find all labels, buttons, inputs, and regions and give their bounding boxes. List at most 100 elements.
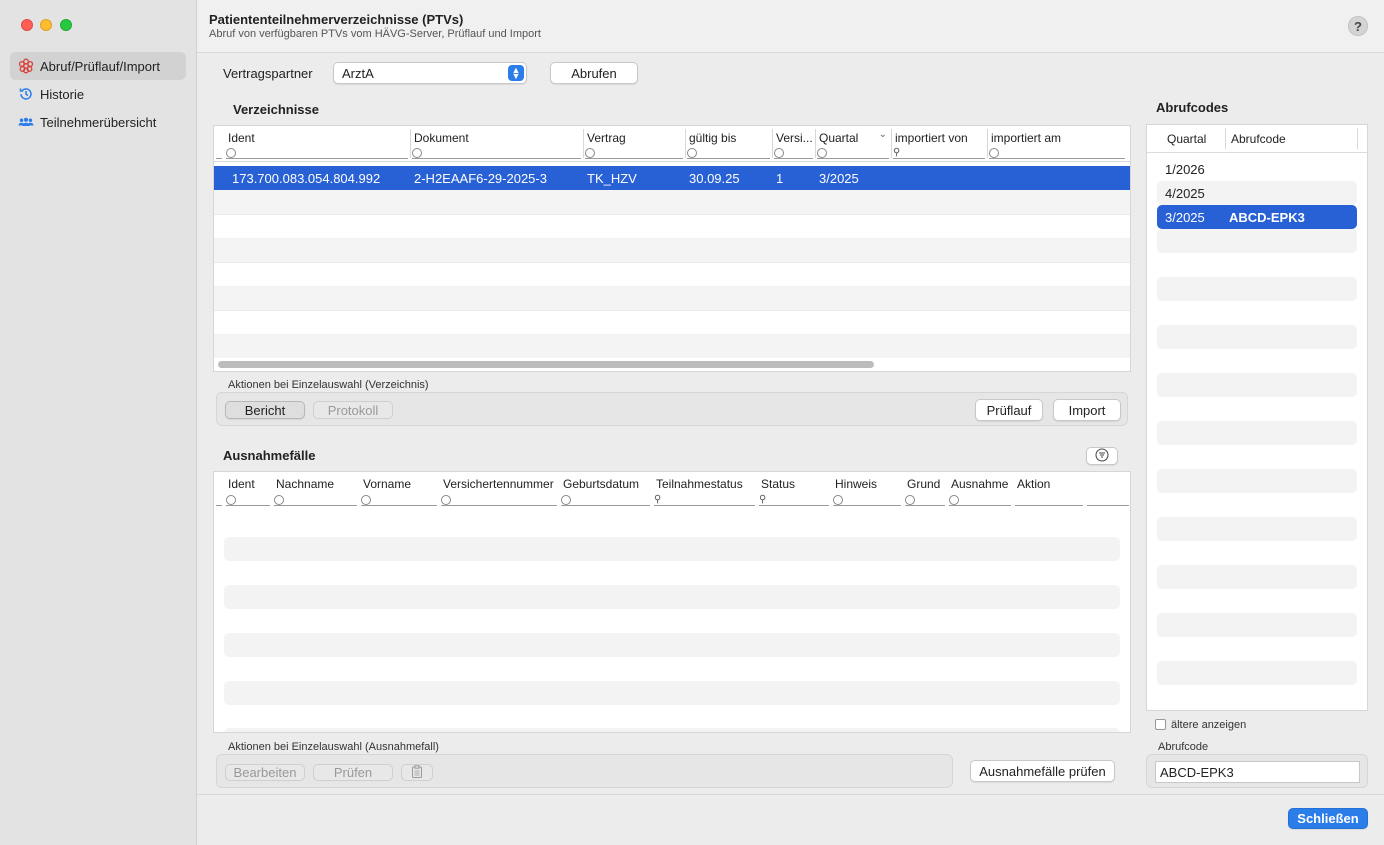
sidebar-item-label: Historie — [40, 86, 85, 102]
column-header-ident[interactable]: Ident — [224, 126, 410, 161]
column-header-importiert-von[interactable]: importiert von ⚲ — [891, 126, 987, 161]
filter-field[interactable] — [833, 494, 901, 506]
column-header-versichertennummer[interactable]: Versichertennummer — [439, 472, 559, 508]
maximize-window-button[interactable] — [60, 19, 72, 31]
vertragspartner-value: ArztA — [342, 65, 374, 81]
sidebar-item-teilnehmer[interactable]: Teilnehmerübersicht — [10, 108, 186, 136]
help-button[interactable]: ? — [1348, 16, 1368, 36]
filter-field[interactable] — [361, 494, 437, 506]
abrufcode-field-label: Abrufcode — [1158, 741, 1209, 753]
help-icon: ? — [1354, 18, 1362, 34]
list-item-selected[interactable]: 3/2025 ABCD-EPK3 — [1157, 205, 1357, 229]
column-header-dokument[interactable]: Dokument — [410, 126, 583, 161]
page-title: Patiententeilnehmerverzeichnisse (PTVs) — [209, 12, 464, 27]
sort-chevron-icon: ⌄ — [878, 129, 887, 140]
column-header-quartal[interactable]: Quartal ⌄ — [815, 126, 891, 161]
prueflauf-button[interactable]: Prüflauf — [975, 399, 1043, 421]
column-header[interactable] — [214, 472, 224, 508]
table-row[interactable]: 173.700.083.054.804.992 2-H2EAAF6-29-202… — [214, 166, 1130, 190]
filter-field[interactable] — [989, 147, 1125, 159]
column-header-importiert-am[interactable]: importiert am — [987, 126, 1127, 161]
filter-field[interactable]: ⚲ — [759, 494, 829, 506]
bearbeiten-button[interactable]: Bearbeiten — [225, 764, 305, 781]
filter-field[interactable] — [1015, 494, 1083, 506]
abrufen-button[interactable]: Abrufen — [550, 62, 638, 84]
filter-button[interactable] — [1086, 447, 1118, 465]
ausnahme-actions-group: Bearbeiten Prüfen — [216, 754, 953, 788]
vertragspartner-select[interactable]: ArztA ▲ ▼ — [333, 62, 527, 84]
column-header-ident[interactable]: Ident — [224, 472, 272, 508]
pruefen-button[interactable]: Prüfen — [313, 764, 393, 781]
column-header-quartal[interactable]: Quartal — [1167, 132, 1206, 146]
horizontal-scrollbar[interactable] — [218, 361, 874, 368]
window-header: Patiententeilnehmerverzeichnisse (PTVs) … — [197, 0, 1384, 53]
filter-circle-icon — [585, 147, 595, 158]
column-header-extra[interactable] — [1085, 472, 1130, 508]
import-button[interactable]: Import — [1053, 399, 1121, 421]
table-row-empty — [214, 334, 1130, 358]
abrufcode-group: ABCD-EPK3 — [1146, 754, 1368, 788]
empty-row-stripe — [1157, 469, 1357, 493]
abrufcodes-header: Quartal Abrufcode — [1147, 125, 1367, 153]
empty-row-stripe — [224, 585, 1120, 609]
verzeichnisse-table[interactable]: Ident Dokument Vertrag gültig bis Versi.… — [213, 125, 1131, 372]
cell-version: 1 — [776, 171, 784, 186]
filter-field[interactable] — [687, 147, 770, 159]
list-item[interactable]: 4/2025 — [1157, 181, 1357, 205]
filter-circle-icon — [687, 147, 697, 158]
column-header-gueltig[interactable]: gültig bis — [685, 126, 772, 161]
column-header-vorname[interactable]: Vorname — [359, 472, 439, 508]
abrufcodes-table[interactable]: Quartal Abrufcode 1/2026 4/2025 3/2025 A… — [1146, 124, 1368, 711]
filter-field[interactable] — [774, 147, 813, 159]
filter-field[interactable]: ⚲ — [654, 494, 755, 506]
column-header-grund[interactable]: Grund — [903, 472, 947, 508]
page-subtitle: Abruf von verfügbaren PTVs vom HÄVG-Serv… — [209, 28, 541, 40]
schliessen-button[interactable]: Schließen — [1288, 808, 1368, 829]
column-header-aktion[interactable]: Aktion — [1013, 472, 1085, 508]
filter-circle-icon — [774, 147, 784, 158]
table-row-empty — [214, 214, 1130, 238]
filter-field[interactable] — [949, 494, 1011, 506]
filter-field[interactable] — [817, 147, 889, 159]
ausnahmen-header: Ident Nachname Vorname Versichertennumme… — [214, 472, 1130, 508]
empty-row-stripe — [1157, 661, 1357, 685]
column-header-teilnahmestatus[interactable]: Teilnahmestatus ⚲ — [652, 472, 757, 508]
filter-field[interactable] — [274, 494, 357, 506]
column-header-status[interactable]: Status ⚲ — [757, 472, 831, 508]
filter-field[interactable] — [1087, 494, 1129, 506]
close-window-button[interactable] — [21, 19, 33, 31]
list-item[interactable]: 1/2026 — [1157, 157, 1357, 181]
filter-field[interactable] — [905, 494, 945, 506]
filter-field[interactable] — [585, 147, 683, 159]
column-header-geburtsdatum[interactable]: Geburtsdatum — [559, 472, 652, 508]
filter-field[interactable] — [412, 147, 581, 159]
filter-field[interactable] — [226, 147, 408, 159]
column-header-hinweis[interactable]: Hinweis — [831, 472, 903, 508]
sidebar-item-historie[interactable]: Historie — [10, 80, 186, 108]
ausnahmen-table[interactable]: Ident Nachname Vorname Versichertennumme… — [213, 471, 1131, 733]
bericht-button[interactable]: Bericht — [225, 401, 305, 419]
minimize-window-button[interactable] — [40, 19, 52, 31]
empty-row-stripe — [224, 728, 1120, 732]
column-header-version[interactable]: Versi... — [772, 126, 815, 161]
column-header[interactable] — [214, 126, 224, 161]
aeltere-anzeigen-checkbox[interactable] — [1155, 719, 1166, 730]
filter-field[interactable] — [226, 494, 270, 506]
ausnahmefaelle-pruefen-button[interactable]: Ausnahmefälle prüfen — [970, 760, 1115, 782]
clipboard-button[interactable] — [401, 764, 433, 781]
column-header-vertrag[interactable]: Vertrag — [583, 126, 685, 161]
filter-field[interactable]: ⚲ — [893, 147, 985, 159]
filter-field[interactable] — [441, 494, 557, 506]
filter-field[interactable] — [561, 494, 650, 506]
filter-circle-icon — [441, 494, 451, 505]
abrufcode-input[interactable]: ABCD-EPK3 — [1155, 761, 1360, 783]
protokoll-button[interactable]: Protokoll — [313, 401, 393, 419]
sidebar-item-abruf[interactable]: Abruf/Prüflauf/Import — [10, 52, 186, 80]
column-header-nachname[interactable]: Nachname — [272, 472, 359, 508]
cell-quartal: 1/2026 — [1165, 162, 1205, 177]
cell-quartal: 4/2025 — [1165, 186, 1205, 201]
column-header-abrufcode[interactable]: Abrufcode — [1231, 132, 1286, 146]
column-header-ausnahme[interactable]: Ausnahme — [947, 472, 1013, 508]
cell-ident: 173.700.083.054.804.992 — [232, 171, 381, 186]
table-row-empty — [214, 190, 1130, 214]
